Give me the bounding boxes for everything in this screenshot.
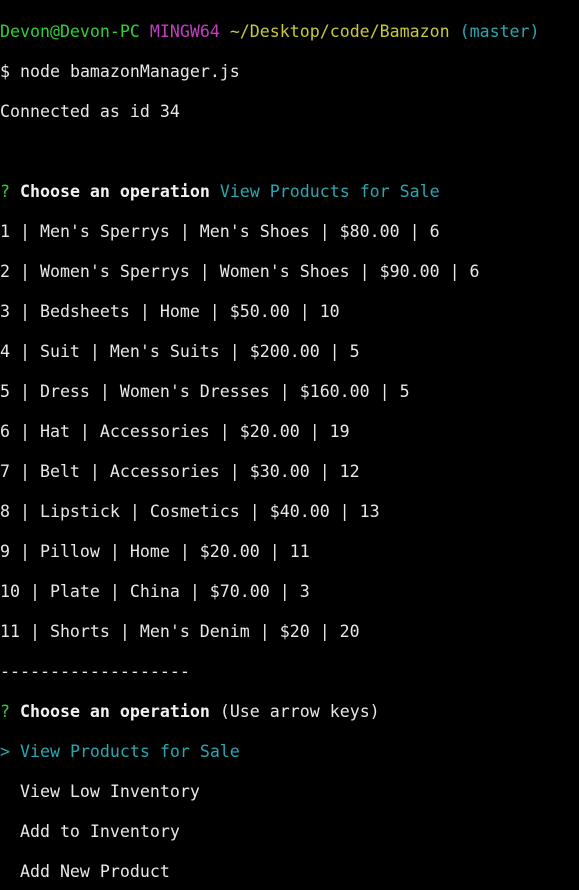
question-label: Choose an operation — [20, 182, 210, 201]
menu-option-label: View Low Inventory — [19, 782, 200, 801]
separator-line: ------------------- — [0, 662, 190, 681]
menu-option-add-new-product[interactable]: Add New Product — [0, 862, 579, 882]
product-row: 8 | Lipstick | Cosmetics | $40.00 | 13 — [0, 502, 380, 521]
product-row: 1 | Men's Sperrys | Men's Shoes | $80.00… — [0, 222, 440, 241]
question-mark-icon: ? — [0, 702, 10, 721]
question-mark-icon: ? — [0, 182, 10, 201]
connection-message: Connected as id 34 — [0, 102, 180, 121]
question-answer: View Products for Sale — [219, 182, 440, 201]
product-row: 9 | Pillow | Home | $20.00 | 11 — [0, 542, 310, 561]
menu-option-label: View Products for Sale — [20, 742, 240, 761]
menu-option-add-to-inventory[interactable]: Add to Inventory — [0, 822, 579, 842]
product-row: 5 | Dress | Women's Dresses | $160.00 | … — [0, 382, 410, 401]
product-row: 3 | Bedsheets | Home | $50.00 | 10 — [0, 302, 340, 321]
question-hint: (Use arrow keys) — [219, 702, 380, 721]
second-question-line: ? Choose an operation (Use arrow keys) — [0, 702, 579, 722]
pointer-icon: > — [0, 742, 10, 761]
shell-prompt-line: Devon@Devon-PC MINGW64 ~/Desktop/code/Ba… — [0, 22, 579, 42]
command-text: node bamazonManager.js — [20, 62, 240, 81]
menu-option-label: Add New Product — [19, 862, 170, 881]
git-branch: (master) — [459, 22, 540, 41]
product-row: 4 | Suit | Men's Suits | $200.00 | 5 — [0, 342, 360, 361]
command-line: $ node bamazonManager.js — [0, 62, 579, 82]
prompt-symbol: $ — [0, 62, 10, 81]
menu-option-view-products[interactable]: > View Products for Sale — [0, 742, 579, 762]
prompt-user-host: Devon@Devon-PC — [0, 22, 140, 41]
prompt-shell-name: MINGW64 — [149, 22, 220, 41]
product-row: 7 | Belt | Accessories | $30.00 | 12 — [0, 462, 360, 481]
menu-option-view-low-inventory[interactable]: View Low Inventory — [0, 782, 579, 802]
product-row: 10 | Plate | China | $70.00 | 3 — [0, 582, 310, 601]
product-row: 2 | Women's Sperrys | Women's Shoes | $9… — [0, 262, 480, 281]
menu-option-label: Add to Inventory — [19, 822, 180, 841]
product-row: 6 | Hat | Accessories | $20.00 | 19 — [0, 422, 350, 441]
prompt-path: ~/Desktop/code/Bamazon — [229, 22, 450, 41]
question-label: Choose an operation — [20, 702, 210, 721]
first-question-line: ? Choose an operation View Products for … — [0, 182, 579, 202]
terminal-window[interactable]: Devon@Devon-PC MINGW64 ~/Desktop/code/Ba… — [0, 0, 579, 881]
product-row: 11 | Shorts | Men's Denim | $20 | 20 — [0, 622, 360, 641]
